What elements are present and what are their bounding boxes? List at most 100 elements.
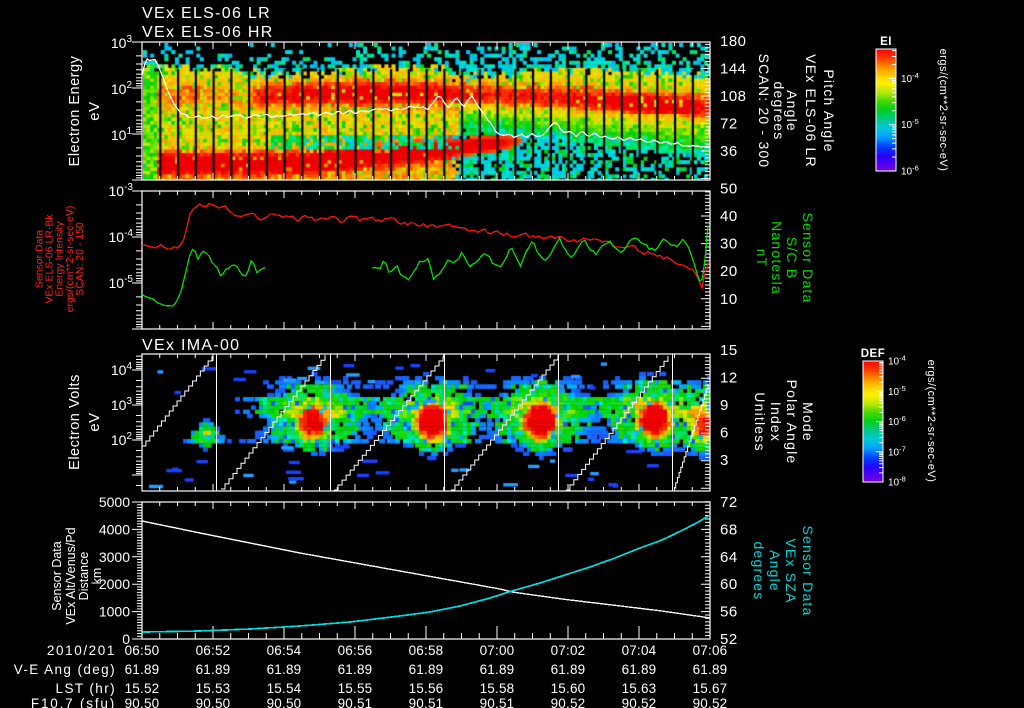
svg-text:90.50: 90.50 [267,696,302,708]
svg-text:90.52: 90.52 [622,696,657,708]
svg-text:VEx ELS-06 LR: VEx ELS-06 LR [142,5,271,22]
svg-text:ergs/(cm**2-sr-sec-eV): ergs/(cm**2-sr-sec-eV) [937,49,949,172]
svg-text:10-6: 10-6 [888,414,906,428]
svg-text:DEF: DEF [861,348,886,360]
svg-text:6: 6 [720,425,729,442]
svg-text:Nanotesla: Nanotesla [769,221,785,295]
svg-text:Sensor Data: Sensor Data [800,525,816,616]
svg-text:15.56: 15.56 [409,681,444,696]
svg-text:61.89: 61.89 [409,662,444,677]
svg-text:Sensor Data: Sensor Data [800,212,816,303]
svg-text:15.58: 15.58 [480,681,515,696]
svg-text:90.50: 90.50 [196,696,231,708]
svg-text:07:02: 07:02 [551,643,586,658]
svg-text:VEx ELS-06 HR: VEx ELS-06 HR [142,24,274,41]
svg-text:64: 64 [720,549,738,566]
svg-text:Mode: Mode [800,402,816,442]
svg-text:90.52: 90.52 [551,696,586,708]
svg-text:102: 102 [111,80,133,97]
svg-text:2010/201: 2010/201 [47,643,116,658]
svg-text:degrees: degrees [771,82,787,141]
svg-text:VEx IMA-00: VEx IMA-00 [142,337,240,354]
svg-text:10-7: 10-7 [888,444,906,458]
svg-text:07:06: 07:06 [693,643,728,658]
svg-text:ergs/(cm**2-sr-sec-eV): ergs/(cm**2-sr-sec-eV) [925,360,937,483]
svg-text:61.89: 61.89 [338,662,373,677]
svg-text:15.52: 15.52 [125,681,160,696]
svg-text:eV: eV [86,412,103,431]
svg-text:30: 30 [720,236,738,253]
svg-text:km: km [90,568,104,585]
svg-text:101: 101 [111,126,133,143]
svg-text:90.51: 90.51 [480,696,515,708]
svg-text:06:58: 06:58 [409,643,444,658]
svg-text:06:56: 06:56 [338,643,373,658]
svg-text:4000: 4000 [99,521,130,537]
svg-text:06:50: 06:50 [125,643,160,658]
svg-text:144: 144 [720,61,747,78]
svg-text:60: 60 [720,576,738,593]
svg-text:40: 40 [720,208,738,225]
svg-text:10-8: 10-8 [888,475,906,489]
svg-text:61.89: 61.89 [693,662,728,677]
svg-text:Index: Index [768,402,784,442]
svg-text:degrees: degrees [751,542,767,601]
svg-text:3000: 3000 [99,549,130,565]
svg-text:07:00: 07:00 [480,643,515,658]
svg-text:72: 72 [720,116,738,133]
svg-text:10-5: 10-5 [109,274,134,291]
svg-text:61.89: 61.89 [267,662,302,677]
svg-text:61.89: 61.89 [622,662,657,677]
svg-text:3: 3 [720,452,729,469]
svg-text:15.53: 15.53 [196,681,231,696]
svg-text:LST (hr): LST (hr) [56,681,116,696]
svg-text:15.54: 15.54 [267,681,302,696]
svg-text:SCAN: 20 - 300: SCAN: 20 - 300 [756,54,772,169]
svg-text:Electron Energy: Electron Energy [67,55,83,166]
svg-text:10-4: 10-4 [901,71,919,85]
svg-text:VEx ELS-06 LR: VEx ELS-06 LR [803,54,819,168]
svg-text:V-E Ang (deg): V-E Ang (deg) [14,662,116,677]
svg-text:10-4: 10-4 [109,228,134,245]
svg-text:90.52: 90.52 [693,696,728,708]
svg-text:68: 68 [720,521,738,538]
svg-text:07:04: 07:04 [622,643,657,658]
svg-text:90.51: 90.51 [409,696,444,708]
svg-text:180: 180 [720,33,747,50]
svg-text:61.89: 61.89 [196,662,231,677]
svg-text:15.67: 15.67 [693,681,728,696]
svg-text:Distance: Distance [77,552,91,601]
svg-text:108: 108 [720,88,747,105]
svg-text:103: 103 [111,396,133,413]
svg-text:VEx Alt/Venus/Pd: VEx Alt/Venus/Pd [64,527,78,624]
svg-text:VEx SZA: VEx SZA [783,538,799,603]
svg-text:56: 56 [720,604,738,621]
svg-text:Unitless: Unitless [752,392,768,451]
svg-text:10-5: 10-5 [901,117,919,131]
svg-text:104: 104 [111,361,133,378]
svg-text:10-3: 10-3 [109,182,134,199]
svg-text:9: 9 [720,397,729,414]
svg-text:eV: eV [86,101,103,120]
svg-text:nT: nT [754,249,770,268]
svg-text:90.51: 90.51 [338,696,373,708]
svg-text:15.60: 15.60 [551,681,586,696]
svg-text:10-4: 10-4 [888,354,906,368]
svg-text:Sensor Data: Sensor Data [50,541,64,611]
svg-text:Pitch Angle: Pitch Angle [821,69,837,152]
svg-text:15.55: 15.55 [338,681,373,696]
svg-text:15: 15 [720,342,738,359]
svg-text:61.89: 61.89 [125,662,160,677]
svg-text:15.63: 15.63 [622,681,657,696]
svg-text:SCAN: 20 - 150: SCAN: 20 - 150 [74,222,86,296]
svg-text:90.50: 90.50 [125,696,160,708]
svg-text:EI: EI [880,36,892,48]
svg-text:Angle: Angle [767,550,783,592]
svg-text:Electron Volts: Electron Volts [67,374,83,470]
svg-text:F10.7 (sfu): F10.7 (sfu) [31,696,116,708]
svg-text:06:52: 06:52 [196,643,231,658]
svg-text:102: 102 [111,431,133,448]
svg-text:103: 103 [111,34,133,51]
svg-text:06:54: 06:54 [267,643,302,658]
svg-text:61.89: 61.89 [480,662,515,677]
